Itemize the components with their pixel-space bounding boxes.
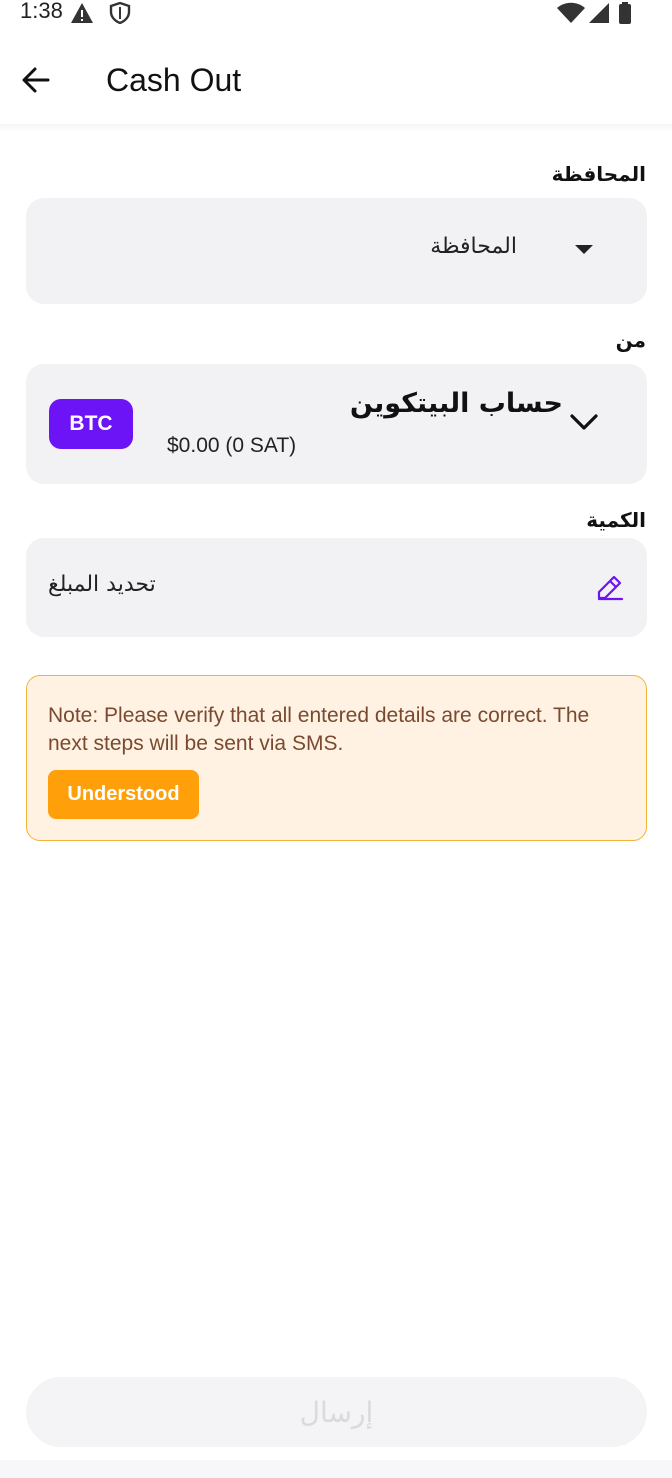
understood-button[interactable]: Understood [48,770,199,819]
wifi-icon [557,2,585,23]
cellular-signal-icon [589,3,609,23]
note-text: Note: Please verify that all entered det… [48,704,590,755]
shield-icon [109,2,131,24]
wallet-select[interactable]: المحافظة [26,198,647,304]
submit-button[interactable]: إرسال [26,1377,647,1447]
battery-icon [619,2,631,24]
wallet-label: المحافظة [551,162,646,186]
bottom-nav-fade [0,1460,672,1478]
note-banner: Note: Please verify that all entered det… [26,675,647,841]
arrow-left-icon [22,67,50,93]
page-title: Cash Out [106,62,242,98]
submit-label: إرسال [299,1395,374,1429]
pencil-icon[interactable] [595,572,625,602]
app-bar: Cash Out [0,40,672,124]
amount-label: الكمية [586,508,646,532]
dropdown-triangle-icon [575,245,593,254]
app-bar-divider [0,124,672,132]
from-account-select[interactable]: BTC حساب البيتكوين $0.00 (0 SAT) [26,364,647,484]
account-name: حساب البيتكوين [349,388,563,419]
back-button[interactable] [14,58,58,102]
status-time: 1:38 [20,0,63,23]
currency-badge: BTC [49,399,133,449]
account-balance: $0.00 (0 SAT) [167,434,297,457]
from-label: من [615,328,646,352]
chevron-down-icon [570,414,598,430]
wallet-selected-value: المحافظة [430,234,517,259]
amount-placeholder: تحديد المبلغ [48,572,156,597]
amount-input[interactable]: تحديد المبلغ [26,538,647,637]
alert-triangle-icon [71,3,93,23]
status-bar: 1:38 [0,0,672,28]
